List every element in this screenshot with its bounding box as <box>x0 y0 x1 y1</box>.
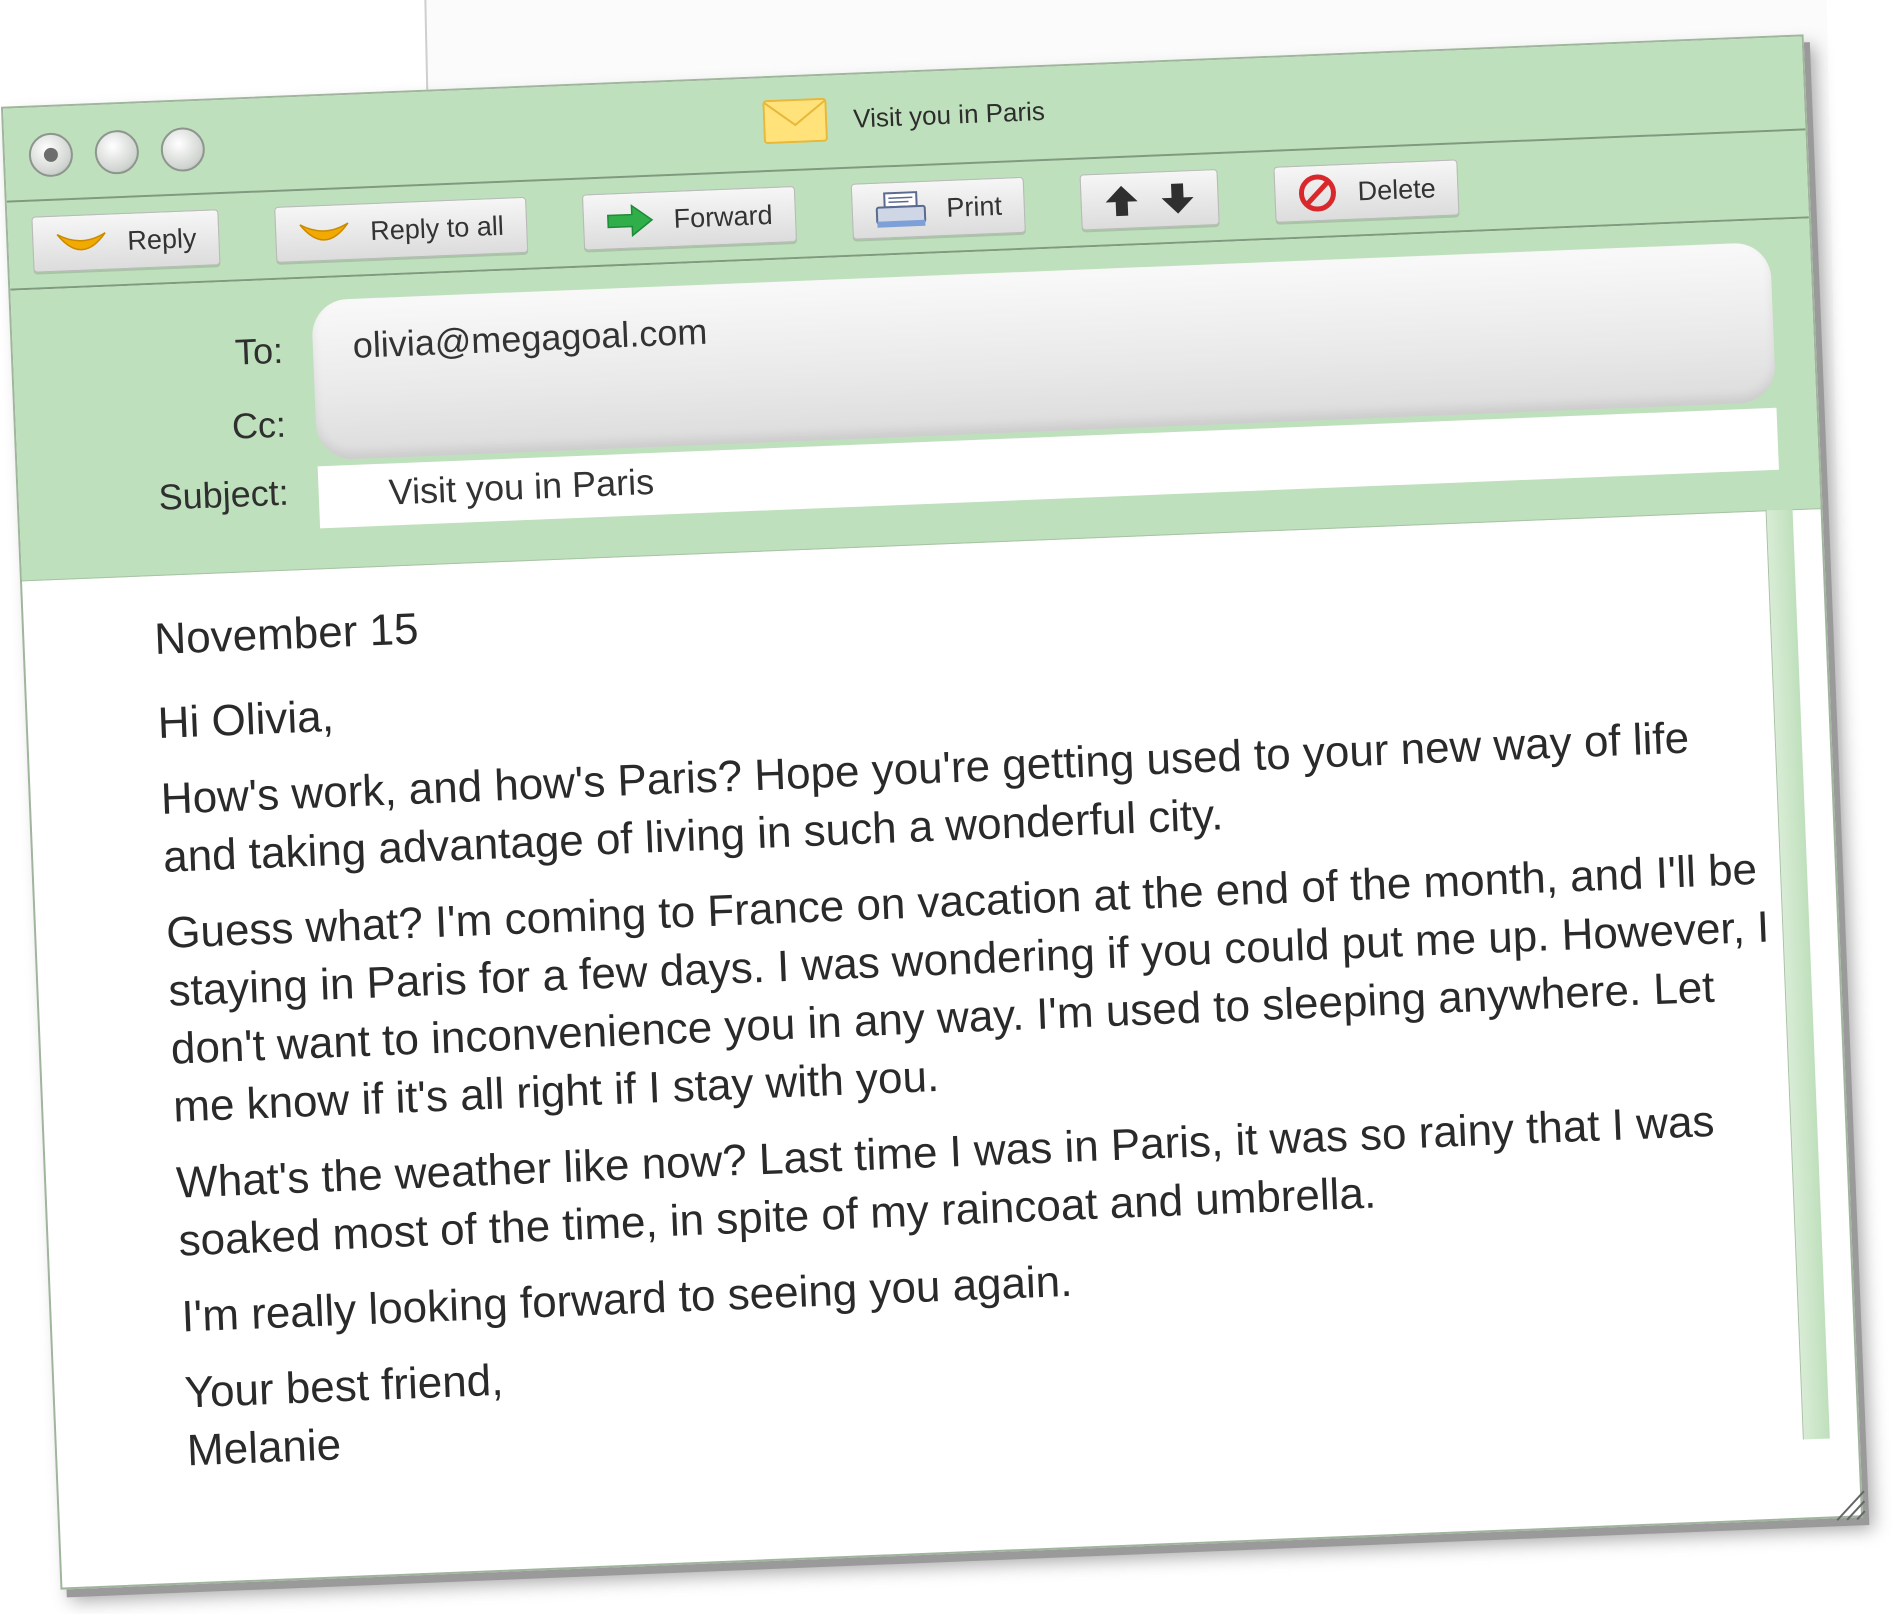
message-body[interactable]: November 15 Hi Olivia, How's work, and h… <box>22 508 1861 1587</box>
arrow-down-icon[interactable] <box>1159 181 1196 216</box>
subject-label: Subject: <box>157 471 290 518</box>
forward-arrow-icon <box>606 204 653 238</box>
arrow-up-icon[interactable] <box>1103 183 1140 218</box>
to-field[interactable]: olivia@megagoal.com <box>352 311 708 367</box>
prev-next-buttons[interactable] <box>1079 169 1220 231</box>
print-label: Print <box>945 190 1003 223</box>
delete-label: Delete <box>1356 172 1437 206</box>
reply-to-all-button[interactable]: Reply to all <box>274 196 528 263</box>
delete-button[interactable]: Delete <box>1273 159 1460 223</box>
printer-icon <box>875 191 926 228</box>
reply-to-all-label: Reply to all <box>369 210 505 246</box>
window-title: Visit you in Paris <box>852 95 1046 134</box>
cc-label: Cc: <box>231 403 287 447</box>
no-entry-icon <box>1299 174 1337 212</box>
to-label: To: <box>234 329 284 373</box>
reply-all-arrow-icon <box>299 222 349 241</box>
resize-grip-icon[interactable] <box>1826 1481 1868 1523</box>
reply-label: Reply <box>126 222 197 256</box>
print-button[interactable]: Print <box>850 176 1027 240</box>
message-paragraph-2: Guess what? I'm coming to France on vaca… <box>165 844 1771 1132</box>
reply-button[interactable]: Reply <box>31 209 221 273</box>
subject-value[interactable]: Visit you in Paris <box>388 461 655 514</box>
scene: Visit you in Paris Reply Reply to all Fo… <box>0 0 1897 1614</box>
email-window: Visit you in Paris Reply Reply to all Fo… <box>0 34 1866 1590</box>
forward-label: Forward <box>672 199 774 234</box>
envelope-icon <box>762 97 828 145</box>
reply-arrow-icon <box>56 232 106 251</box>
forward-button[interactable]: Forward <box>581 186 797 251</box>
